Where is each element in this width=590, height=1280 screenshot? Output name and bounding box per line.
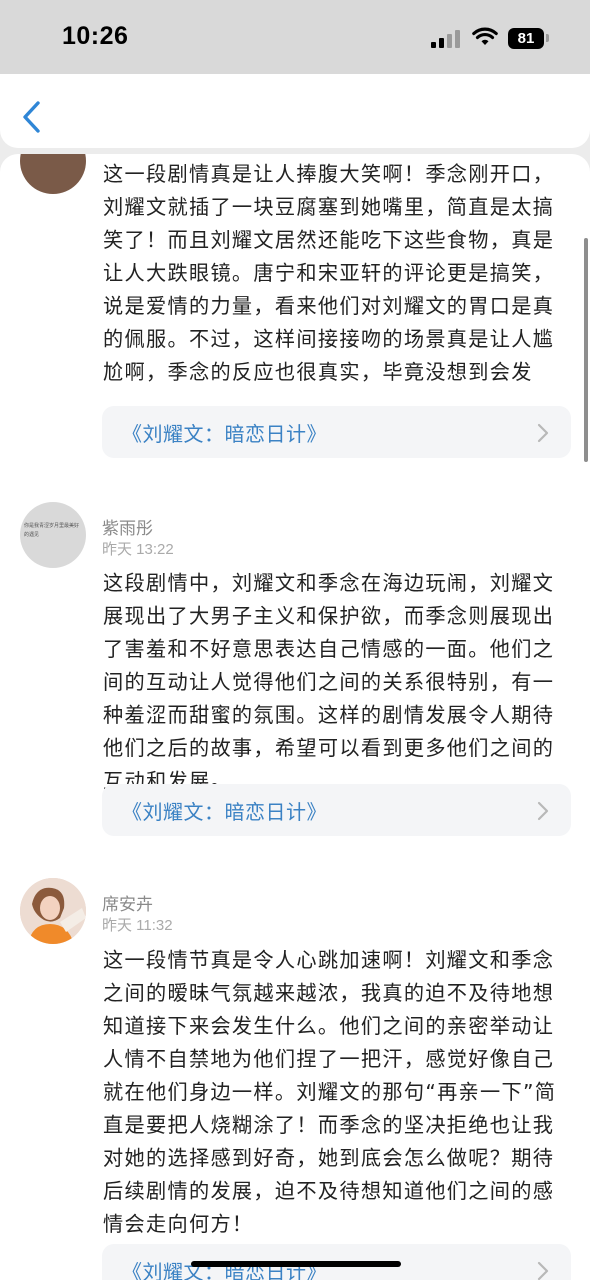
comments-list[interactable]: 这一段剧情真是让人捧腹大笑啊！季念刚开口，刘耀文就插了一块豆腐塞到她嘴里，简直是…	[0, 154, 590, 1280]
chevron-right-icon	[537, 423, 549, 443]
comment-text: 这一段情节真是令人心跳加速啊！刘耀文和季念之间的暧昧气氛越来越浓，我真的迫不及待…	[103, 948, 557, 1236]
battery-tip	[546, 34, 549, 42]
comment-date: 昨天 13:22	[102, 541, 174, 558]
avatar-text: 你是我青涩岁月里最美好的遇见	[24, 523, 80, 538]
scrollbar[interactable]	[584, 238, 588, 462]
status-bar: 10:26 81	[0, 0, 590, 78]
comment-text: 这段剧情中，刘耀文和季念在海边玩闹，刘耀文展现出了大男子主义和保护欲，而季念则展…	[103, 571, 555, 793]
commenter-name[interactable]: 紫雨彤	[102, 514, 153, 539]
comment-date: 昨天 11:32	[102, 917, 173, 934]
status-time: 10:26	[62, 22, 129, 50]
commenter-name[interactable]: 席安卉	[102, 890, 153, 915]
avatar[interactable]	[20, 878, 86, 944]
chevron-right-icon	[537, 1261, 549, 1280]
book-title: 《刘耀文：暗恋日计》	[122, 422, 327, 446]
nav-bar	[0, 74, 590, 148]
book-title: 《刘耀文：暗恋日计》	[122, 800, 327, 824]
comment-text: 这一段剧情真是让人捧腹大笑啊！季念刚开口，刘耀文就插了一块豆腐塞到她嘴里，简直是…	[103, 162, 555, 384]
battery-icon: 81	[508, 28, 544, 49]
chevron-left-icon[interactable]	[20, 100, 42, 134]
home-indicator[interactable]	[191, 1261, 401, 1267]
avatar[interactable]: 你是我青涩岁月里最美好的遇见	[20, 502, 86, 568]
cellular-signal-icon	[431, 30, 460, 48]
avatar[interactable]	[20, 154, 86, 194]
avatar-photo-icon	[20, 878, 86, 944]
book-link-card[interactable]: 《刘耀文：暗恋日计》	[102, 406, 571, 458]
chevron-right-icon	[537, 801, 549, 821]
wifi-icon	[472, 27, 498, 45]
book-title: 《刘耀文：暗恋日计》	[122, 1260, 327, 1280]
book-link-card[interactable]: 《刘耀文：暗恋日计》	[102, 784, 571, 836]
